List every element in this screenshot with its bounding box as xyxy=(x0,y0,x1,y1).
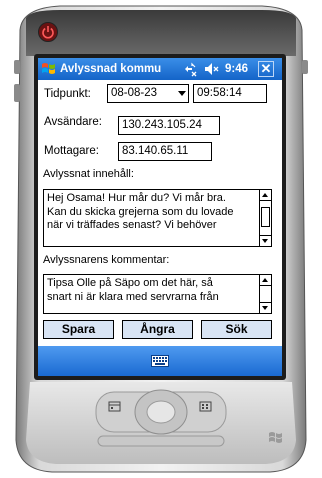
power-icon xyxy=(42,26,54,39)
content-textarea[interactable]: Hej Osama! Hur mår du? Vi mår bra. Kan d… xyxy=(43,189,272,247)
arrow-up-icon xyxy=(262,193,268,197)
connectivity-status[interactable] xyxy=(182,61,198,77)
recipient-label: Mottagare: xyxy=(44,145,99,157)
arrow-down-icon xyxy=(262,239,268,243)
windows-flag-icon xyxy=(42,63,55,74)
comment-scrollbar[interactable] xyxy=(259,275,271,313)
date-value: 08-08-23 xyxy=(111,87,158,99)
arrow-down-icon xyxy=(262,306,268,310)
content-line: Hej Osama! Hur mår du? Vi mår bra. xyxy=(47,192,226,204)
content-line: när vi träffades senast? Vi behöver xyxy=(47,219,217,231)
comment-line: Tipsa Olle på Säpo om det här, så xyxy=(47,277,213,289)
scroll-up-button[interactable] xyxy=(260,275,271,286)
recipient-field[interactable]: 83.140.65.11 xyxy=(118,142,212,161)
power-button[interactable] xyxy=(38,22,58,42)
device-screen: Avlyssnad kommu 9:46 ✕ Tidpunkt: 08-08-2… xyxy=(38,58,282,376)
scroll-thumb[interactable] xyxy=(261,207,270,227)
content-scrollbar[interactable] xyxy=(259,190,271,246)
keyboard-icon xyxy=(151,355,169,367)
clock[interactable]: 9:46 xyxy=(225,61,248,77)
timestamp-label: Tidpunkt: xyxy=(44,88,91,100)
content-text: Hej Osama! Hur mår du? Vi mår bra. Kan d… xyxy=(47,192,257,233)
scroll-up-button[interactable] xyxy=(260,190,271,201)
scroll-down-button[interactable] xyxy=(260,302,271,313)
comment-line: snart ni är klara med servrarna från xyxy=(47,290,219,303)
contacts-icon xyxy=(199,401,212,412)
content-line: Kan du skicka grejerna som du lovade xyxy=(47,205,234,218)
save-button[interactable]: Spara xyxy=(43,320,114,339)
hw-calendar-button[interactable] xyxy=(107,400,123,412)
scroll-down-button[interactable] xyxy=(260,235,271,246)
time-field[interactable]: 09:58:14 xyxy=(193,84,267,103)
undo-button[interactable]: Ångra xyxy=(122,320,193,339)
comment-label: Avlyssnarens kommentar: xyxy=(43,254,170,266)
sender-field[interactable]: 130.243.105.24 xyxy=(118,116,220,135)
start-button[interactable] xyxy=(41,61,57,77)
windows-flag-icon xyxy=(269,432,282,443)
close-button[interactable]: ✕ xyxy=(258,61,274,77)
comment-textarea[interactable]: Tipsa Olle på Säpo om det här, så snart … xyxy=(43,274,272,314)
sender-label: Avsändare: xyxy=(44,116,102,128)
volume-status[interactable] xyxy=(203,61,219,77)
connectivity-icon xyxy=(185,62,197,77)
calendar-icon xyxy=(108,401,121,412)
speaker-icon xyxy=(205,63,219,75)
windows-brand-logo xyxy=(268,430,284,446)
chevron-down-icon xyxy=(178,91,186,96)
hw-contacts-button[interactable] xyxy=(198,400,214,412)
soft-key-bar xyxy=(38,346,282,376)
arrow-up-icon xyxy=(262,278,268,282)
dpad-center[interactable] xyxy=(147,401,175,423)
title-bar: Avlyssnad kommu 9:46 ✕ xyxy=(38,58,282,80)
comment-text: Tipsa Olle på Säpo om det här, så snart … xyxy=(47,277,257,304)
input-panel-button[interactable] xyxy=(151,354,169,367)
content-label: Avlyssnat innehåll: xyxy=(43,168,134,180)
window-title: Avlyssnad kommu xyxy=(60,63,162,75)
date-dropdown[interactable]: 08-08-23 xyxy=(107,84,189,103)
search-button[interactable]: Sök xyxy=(201,320,272,339)
